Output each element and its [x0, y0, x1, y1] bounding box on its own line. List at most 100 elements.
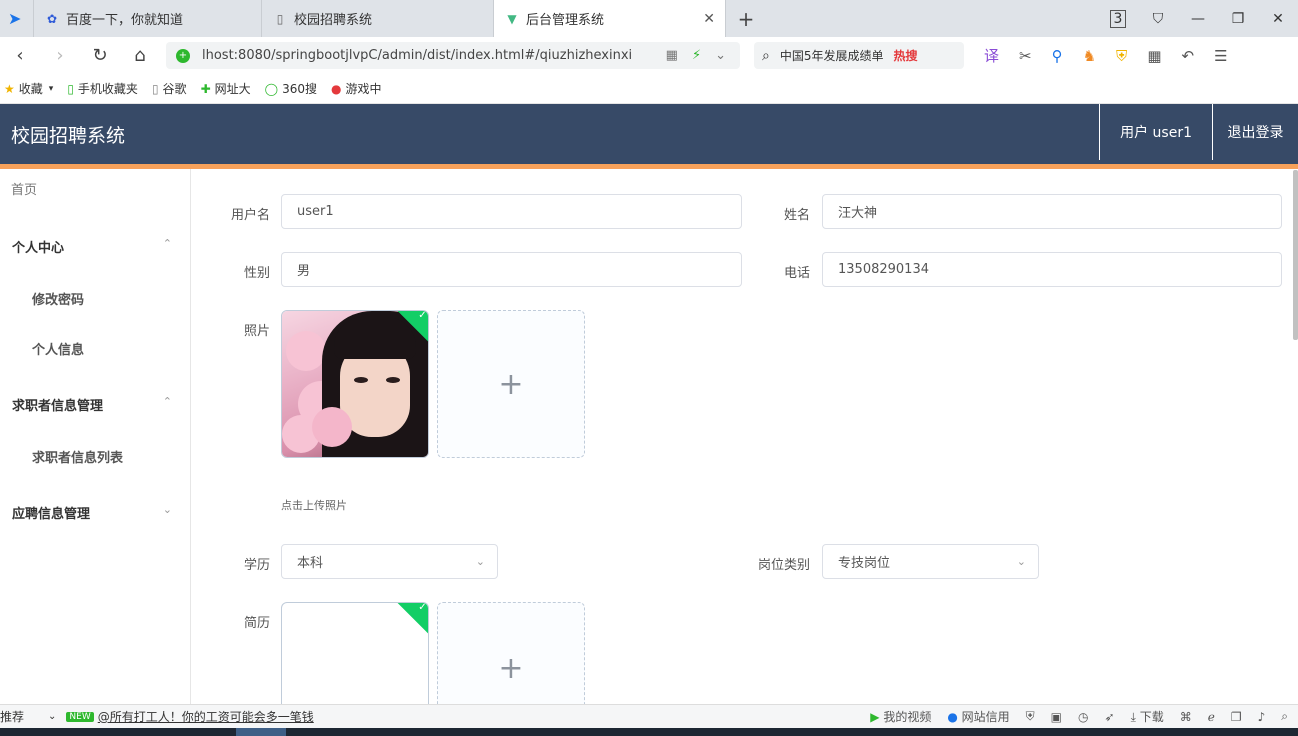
undo-icon[interactable]: ↶: [1182, 47, 1195, 65]
credit-button[interactable]: ● 网站信用: [947, 708, 1009, 725]
clock-icon[interactable]: ◷: [1078, 710, 1088, 724]
tab-campus-recruit[interactable]: ▯ 校园招聘系统: [262, 0, 494, 37]
shield-icon[interactable]: ⛨: [1026, 709, 1035, 724]
app-header: 校园招聘系统 用户 user1 退出登录: [0, 104, 1298, 164]
browser-logo-icon: ➤: [8, 9, 22, 28]
page-scrollbar[interactable]: [1293, 170, 1298, 340]
new-tab-button[interactable]: +: [726, 0, 766, 37]
uploaded-photo[interactable]: ✓: [281, 310, 429, 458]
secure-plus-icon: +: [176, 48, 190, 63]
logout-button[interactable]: 退出登录: [1212, 104, 1298, 160]
current-user[interactable]: 用户 user1: [1099, 104, 1212, 160]
sidebar-group-jobseeker[interactable]: 求职者信息管理 ⌃: [12, 395, 172, 414]
sidebar-group-label: 求职者信息管理: [12, 399, 104, 414]
volume-icon[interactable]: ♪: [1258, 710, 1266, 724]
gender-label: 性别: [243, 266, 270, 281]
education-select[interactable]: 本科 ⌄: [281, 544, 498, 579]
home-icon[interactable]: ⌂: [120, 45, 160, 66]
username-field[interactable]: user1: [281, 194, 742, 229]
ie-icon[interactable]: ℯ: [1208, 710, 1215, 724]
url-text[interactable]: lhost:8080/springbootjlvpC/admin/dist/in…: [202, 48, 662, 63]
magnifier-icon[interactable]: ⚲: [1052, 47, 1063, 65]
chevron-down-icon[interactable]: ⌄: [715, 48, 726, 63]
baidu-paw-icon: ✿: [46, 11, 58, 26]
tab-label: 校园招聘系统: [294, 13, 373, 28]
close-window-icon[interactable]: ✕: [1258, 11, 1298, 27]
status-tools: ▶ 我的视频 ● 网站信用 ⛨ ▣ ◷ ➶ ⤓ 下载 ⌘ ℯ ❐ ♪ ⌕: [870, 708, 1288, 725]
sidebar-group-personal[interactable]: 个人中心 ⌃: [12, 237, 172, 256]
sidebar-item-personal-info[interactable]: 个人信息: [32, 339, 84, 358]
play-icon: ▶: [870, 710, 880, 724]
recommend-label[interactable]: 推荐 ⌄: [0, 708, 56, 725]
translate-icon[interactable]: 译: [984, 45, 999, 66]
news-ticker[interactable]: NEW @所有打工人！你的工资可能会多一笔钱: [66, 708, 314, 725]
phone-field[interactable]: 13508290134: [822, 252, 1282, 287]
bookmark-google[interactable]: ▯ 谷歌: [152, 80, 187, 97]
image-icon[interactable]: ▣: [1051, 710, 1062, 724]
photo-image: [282, 311, 428, 457]
minimize-icon[interactable]: —: [1178, 11, 1218, 27]
shield-icon[interactable]: ⛨: [1116, 47, 1127, 65]
name-field[interactable]: 汪大神: [822, 194, 1282, 229]
sidebar-item-home[interactable]: 首页: [11, 179, 37, 198]
photo-upload-button[interactable]: +: [437, 310, 585, 458]
browser-tab-bar: ➤ ✿ 百度一下，你就知道 ▯ 校园招聘系统 ▼ 后台管理系统 ✕ + 3 ⛉ …: [0, 0, 1298, 37]
plus-icon: +: [498, 651, 524, 686]
reload-icon[interactable]: ↻: [80, 45, 120, 66]
resume-upload-button[interactable]: +: [437, 602, 585, 704]
shirt-icon[interactable]: ⛉: [1138, 11, 1178, 27]
search-field[interactable]: ⌕ 中国5年发展成绩单 热搜: [754, 42, 964, 69]
download-button[interactable]: ⤓ 下载: [1131, 708, 1164, 725]
position-type-select[interactable]: 专技岗位 ⌄: [822, 544, 1039, 579]
circle-icon: ◯: [264, 81, 279, 96]
phone-icon: ▯: [67, 81, 74, 96]
address-bar: ‹ › ↻ ⌂ + lhost:8080/springbootjlvpC/adm…: [0, 37, 1298, 74]
compass-icon: ✚: [200, 81, 211, 96]
bookmark-label: 手机收藏夹: [77, 82, 138, 96]
star-icon: ★: [4, 81, 15, 96]
sidebar-group-label: 应聘信息管理: [12, 507, 91, 522]
my-video-button[interactable]: ▶ 我的视频: [870, 708, 931, 725]
upload-success-badge: ✓: [396, 603, 428, 635]
bookmark-label: 360搜: [282, 82, 317, 96]
bookmark-360[interactable]: ◯ 360搜: [265, 80, 317, 97]
bookmark-mobile[interactable]: ▯ 手机收藏夹: [67, 80, 138, 97]
maximize-icon[interactable]: ❐: [1218, 11, 1258, 27]
sidebar-group-label: 个人中心: [12, 241, 65, 256]
qr-icon[interactable]: ▦: [666, 48, 678, 63]
rocket-icon[interactable]: ➶: [1105, 710, 1115, 724]
bookmark-games[interactable]: ● 游戏中: [331, 80, 382, 97]
tab-baidu[interactable]: ✿ 百度一下，你就知道: [34, 0, 262, 37]
window-controls: 3 ⛉ — ❐ ✕: [1098, 0, 1298, 37]
sidebar-item-jobseeker-list[interactable]: 求职者信息列表: [32, 447, 123, 466]
check-icon: ✓: [418, 310, 427, 321]
uploaded-resume[interactable]: ✓: [281, 602, 429, 704]
bookmark-urls[interactable]: ✚ 网址大: [201, 80, 251, 97]
bookmark-label: 谷歌: [162, 82, 187, 96]
menu-icon[interactable]: ☰: [1214, 47, 1227, 65]
back-icon[interactable]: ‹: [0, 45, 40, 66]
browser-menu-button[interactable]: ➤: [0, 0, 34, 37]
scissors-icon[interactable]: ✂: [1019, 47, 1032, 65]
gift-icon[interactable]: ⌘: [1180, 710, 1192, 724]
lightning-icon[interactable]: ⚡: [692, 48, 701, 63]
sidebar: 首页 个人中心 ⌃ 修改密码 个人信息 求职者信息管理 ⌃ 求职者信息列表 应聘…: [0, 169, 191, 704]
tab-count-badge[interactable]: 3: [1098, 9, 1138, 28]
zoom-icon[interactable]: ⌕: [1281, 709, 1288, 724]
profile-form: 用户名 user1 姓名 汪大神 性别 男 电话 13508290134 照片 …: [192, 169, 1298, 704]
gamepad-icon[interactable]: ♞: [1083, 47, 1096, 65]
forward-icon[interactable]: ›: [40, 45, 80, 66]
gender-field[interactable]: 男: [281, 252, 742, 287]
bookmark-label: 游戏中: [345, 82, 382, 96]
education-label: 学历: [243, 558, 270, 573]
bookmark-favorites[interactable]: ★ 收藏 ▾: [4, 80, 53, 97]
taskbar-active-app[interactable]: [236, 728, 286, 736]
window-icon[interactable]: ❐: [1231, 710, 1242, 724]
close-icon[interactable]: ✕: [703, 11, 715, 27]
sidebar-item-change-password[interactable]: 修改密码: [32, 289, 84, 308]
tab-admin[interactable]: ▼ 后台管理系统 ✕: [494, 0, 726, 37]
sidebar-group-application[interactable]: 应聘信息管理 ⌄: [12, 503, 172, 522]
url-field[interactable]: + lhost:8080/springbootjlvpC/admin/dist/…: [166, 42, 740, 69]
new-badge: NEW: [66, 711, 94, 722]
apps-grid-icon[interactable]: ▦: [1147, 47, 1161, 65]
